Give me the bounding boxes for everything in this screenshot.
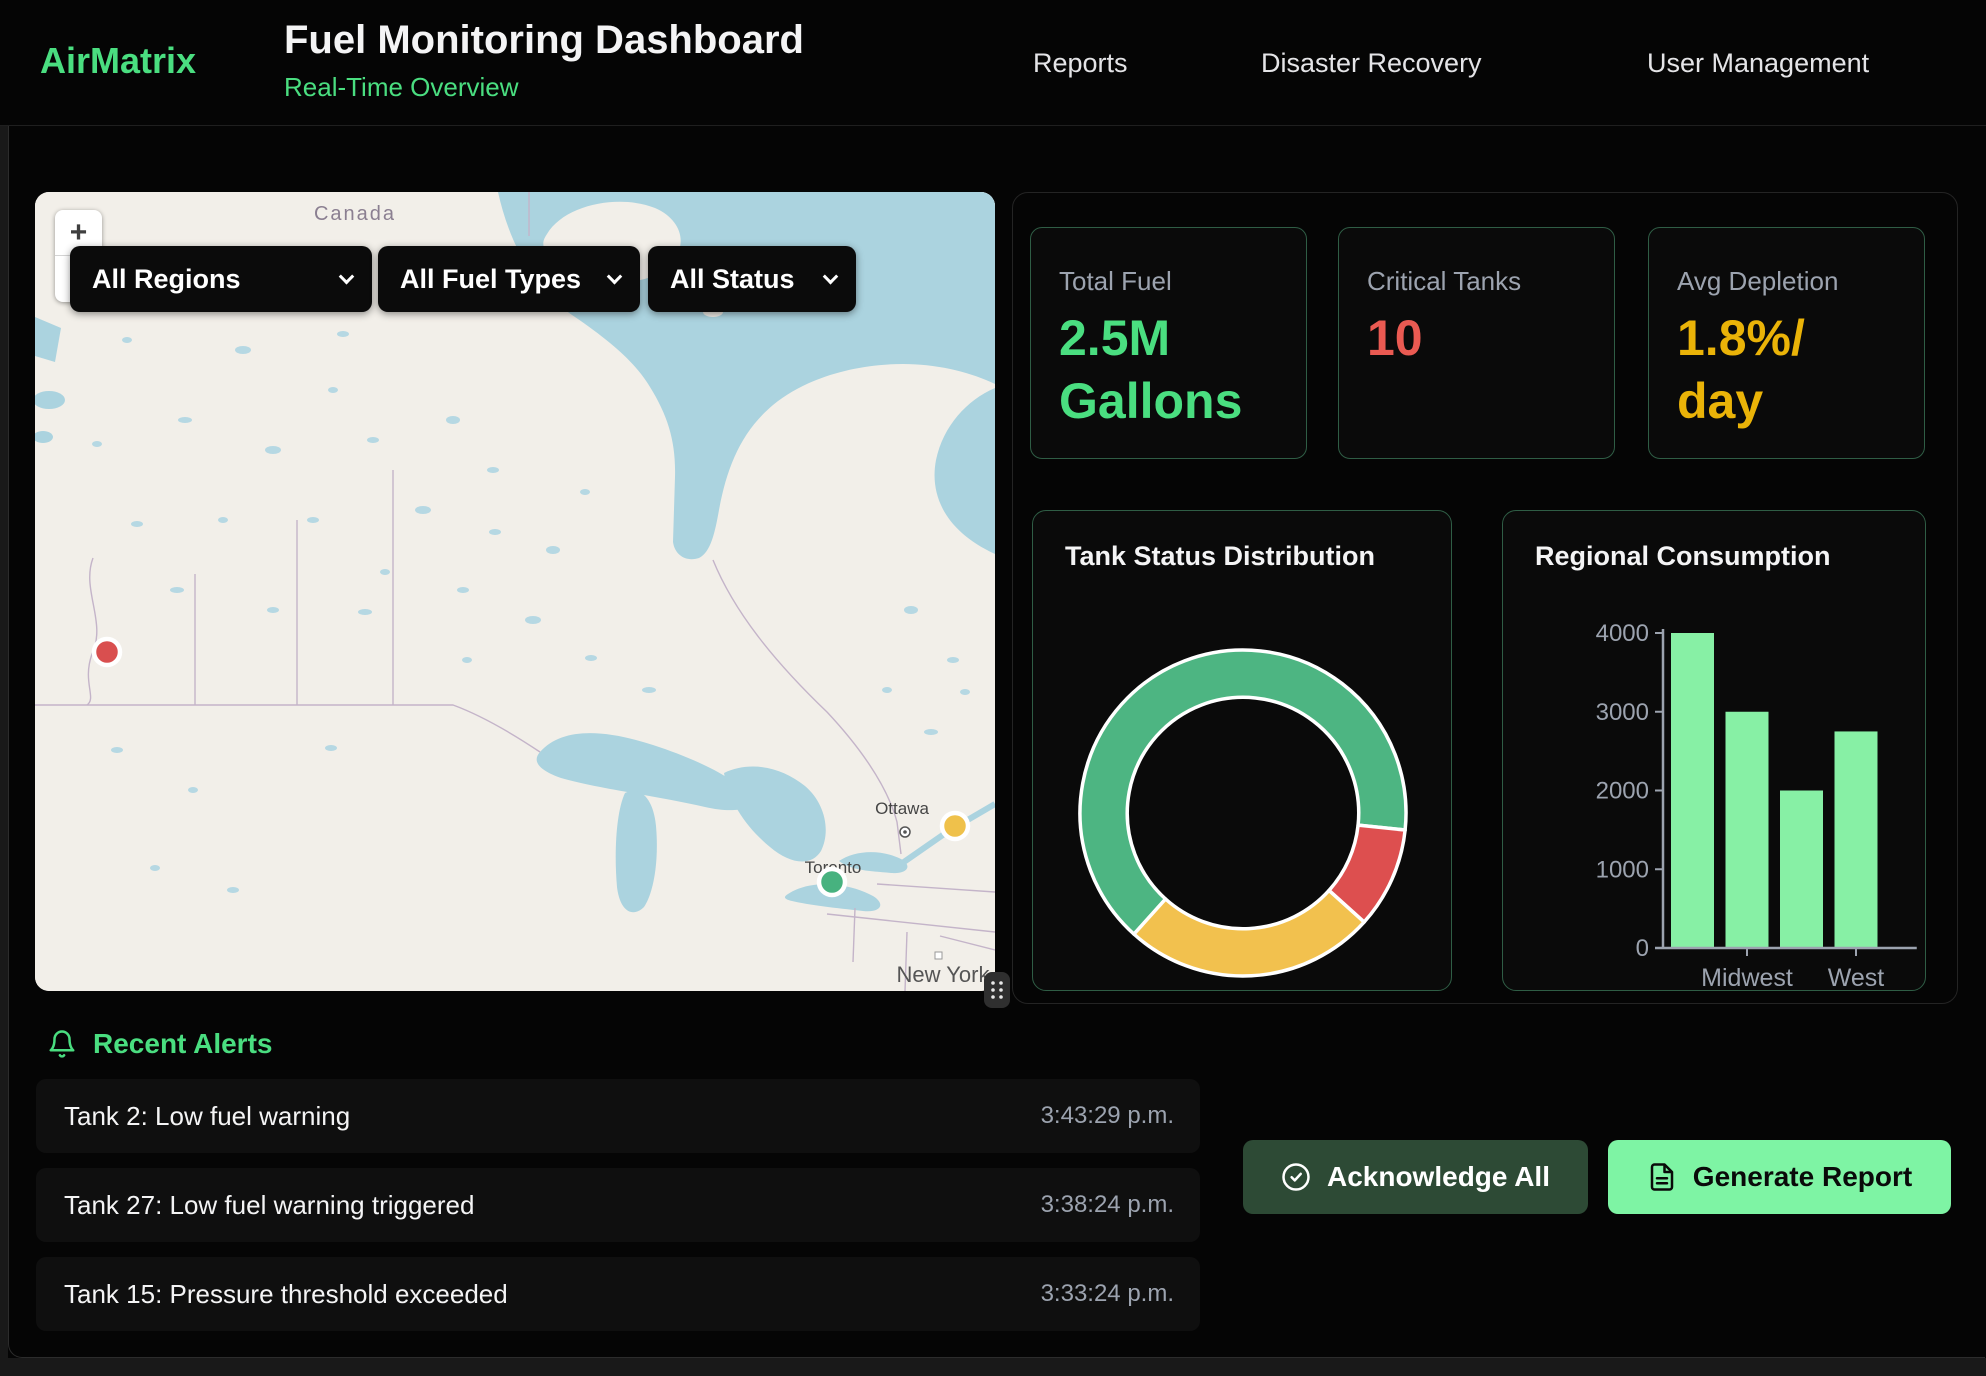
alert-list-item: Tank 27: Low fuel warning triggered 3:38… — [36, 1168, 1200, 1242]
map-city-square — [935, 952, 942, 959]
left-gutter — [0, 126, 8, 1358]
chevron-down-icon — [339, 268, 355, 284]
map-city-dot-core — [903, 830, 907, 834]
map-label-country: Canada — [314, 203, 396, 225]
grip-dots-icon — [984, 972, 1010, 1008]
header: AirMatrix Fuel Monitoring Dashboard Real… — [0, 0, 1986, 126]
recent-alerts-title: Recent Alerts — [93, 1028, 272, 1060]
chevron-down-icon — [607, 268, 623, 284]
regional-consumption-bar-chart: 0 1000 2000 3000 4000 Midwest West — [1503, 511, 1927, 990]
bottom-strip — [0, 1358, 1986, 1376]
stat-value: 1.8%/ day — [1677, 307, 1896, 433]
tank-marker-warning[interactable] — [942, 813, 968, 839]
page-title: Fuel Monitoring Dashboard — [284, 18, 804, 63]
y-tick-label: 1000 — [1596, 856, 1649, 883]
x-tick-label: Midwest — [1701, 964, 1793, 990]
stat-card-critical-tanks: Critical Tanks 10 — [1338, 227, 1615, 459]
alert-timestamp: 3:33:24 p.m. — [1041, 1280, 1174, 1308]
alert-message: Tank 2: Low fuel warning — [64, 1101, 350, 1132]
alert-message: Tank 15: Pressure threshold exceeded — [64, 1279, 508, 1310]
bar-1 — [1726, 712, 1769, 948]
alert-timestamp: 3:38:24 p.m. — [1041, 1191, 1174, 1219]
chart-title: Regional Consumption — [1535, 541, 1830, 572]
stat-value: 2.5M Gallons — [1059, 307, 1278, 433]
generate-report-label: Generate Report — [1693, 1161, 1912, 1193]
stat-label: Total Fuel — [1059, 266, 1278, 297]
bar-2 — [1780, 791, 1823, 949]
y-tick-label: 0 — [1636, 935, 1649, 962]
check-circle-icon — [1281, 1162, 1311, 1192]
tank-status-donut-chart — [1033, 511, 1453, 990]
bar-0 — [1671, 633, 1714, 948]
dashboard: AirMatrix Fuel Monitoring Dashboard Real… — [0, 0, 1986, 1376]
tank-marker-critical[interactable] — [94, 639, 120, 665]
region-filter-dropdown[interactable]: All Regions — [70, 246, 372, 312]
stat-label: Avg Depletion — [1677, 266, 1896, 297]
status-filter-dropdown[interactable]: All Status — [648, 246, 856, 312]
bar-3 — [1835, 731, 1878, 948]
y-tick-label: 4000 — [1596, 620, 1649, 647]
chart-title: Tank Status Distribution — [1065, 541, 1375, 572]
stat-label: Critical Tanks — [1367, 266, 1586, 297]
status-filter-value: All Status — [670, 264, 795, 295]
alert-message: Tank 27: Low fuel warning triggered — [64, 1190, 474, 1221]
bell-icon — [47, 1027, 77, 1061]
donut-segment-warning — [1134, 890, 1364, 976]
regional-consumption-card: Regional Consumption 0 1000 2000 3000 4000 Mi… — [1502, 510, 1926, 991]
map-label-new-york: New York — [897, 962, 991, 987]
tank-marker-operational[interactable] — [819, 869, 845, 895]
region-filter-value: All Regions — [92, 264, 241, 295]
alert-list-item: Tank 15: Pressure threshold exceeded 3:3… — [36, 1257, 1200, 1331]
stat-card-avg-depletion: Avg Depletion 1.8%/ day — [1648, 227, 1925, 459]
generate-report-button[interactable]: Generate Report — [1608, 1140, 1951, 1214]
file-report-icon — [1647, 1162, 1677, 1192]
nav-item-reports[interactable]: Reports — [1033, 0, 1128, 126]
stat-value: 10 — [1367, 307, 1586, 370]
map-label-ottawa: Ottawa — [875, 799, 929, 818]
alert-timestamp: 3:43:29 p.m. — [1041, 1102, 1174, 1130]
y-tick-label: 3000 — [1596, 699, 1649, 726]
drag-grip-handle[interactable] — [984, 972, 1010, 1008]
y-tick-label: 2000 — [1596, 778, 1649, 805]
brand-logo: AirMatrix — [40, 40, 196, 82]
x-tick-label: West — [1828, 964, 1885, 990]
page-subtitle: Real-Time Overview — [284, 72, 519, 103]
acknowledge-all-button[interactable]: Acknowledge All — [1243, 1140, 1588, 1214]
nav-item-user-management[interactable]: User Management — [1647, 0, 1869, 126]
fuel-type-filter-value: All Fuel Types — [400, 264, 581, 295]
stat-card-total-fuel: Total Fuel 2.5M Gallons — [1030, 227, 1307, 459]
chevron-down-icon — [823, 268, 839, 284]
tank-status-distribution-card: Tank Status Distribution — [1032, 510, 1452, 991]
acknowledge-all-label: Acknowledge All — [1327, 1161, 1550, 1193]
recent-alerts-header: Recent Alerts — [47, 1022, 272, 1066]
fuel-type-filter-dropdown[interactable]: All Fuel Types — [378, 246, 640, 312]
nav-item-disaster-recovery[interactable]: Disaster Recovery — [1261, 0, 1482, 126]
alert-list-item: Tank 2: Low fuel warning 3:43:29 p.m. — [36, 1079, 1200, 1153]
